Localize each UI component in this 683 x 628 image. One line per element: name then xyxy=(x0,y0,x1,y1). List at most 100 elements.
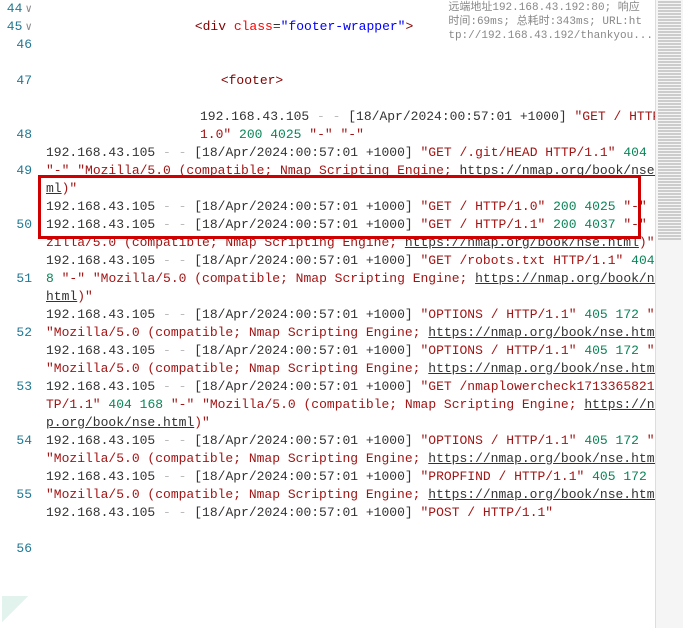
size: 172 xyxy=(623,469,646,484)
request: "GET / HTTP/1.0" xyxy=(420,199,545,214)
html-attr: class xyxy=(234,19,273,34)
line-number[interactable]: 46 xyxy=(0,36,32,72)
code-line[interactable]: 192.168.43.105 - - [18/Apr/2024:00:57:01… xyxy=(46,468,683,504)
ua: "Mozilla/5.0 (compatible; Nmap Scripting… xyxy=(46,487,428,502)
code-line[interactable]: 192.168.43.105 - - [18/Apr/2024:00:57:01… xyxy=(46,342,683,378)
minimap[interactable] xyxy=(655,0,683,628)
ip: 192.168.43.105 xyxy=(46,217,155,232)
line-number[interactable]: 49 xyxy=(0,162,32,216)
timestamp: [18/Apr/2024:00:57:01 +1000] xyxy=(194,253,412,268)
code-line[interactable]: 192.168.43.105 - - [18/Apr/2024:00:57:01… xyxy=(46,108,683,144)
html-tag-close: > xyxy=(405,19,413,34)
timestamp: [18/Apr/2024:00:57:01 +1000] xyxy=(194,145,412,160)
line-number[interactable]: 47 xyxy=(0,72,32,126)
ip: 192.168.43.105 xyxy=(46,199,155,214)
size: 4037 xyxy=(584,217,615,232)
status: 405 xyxy=(584,307,607,322)
code-line[interactable]: <footer> xyxy=(46,54,683,108)
status: 404 xyxy=(631,253,654,268)
referer: "-" xyxy=(623,199,646,214)
code-line[interactable]: <div class="footer-wrapper"> xyxy=(46,0,683,54)
request: "OPTIONS / HTTP/1.1" xyxy=(420,343,576,358)
status: 405 xyxy=(584,343,607,358)
timestamp: [18/Apr/2024:00:57:01 +1000] xyxy=(348,109,566,124)
line-number[interactable]: 56 xyxy=(0,540,32,558)
line-number[interactable]: 54 xyxy=(0,432,32,486)
url-link[interactable]: https://nmap.org/book/nse.html xyxy=(405,235,639,250)
request: "GET /robots.txt HTTP/1.1" xyxy=(420,253,623,268)
referer: "-" xyxy=(623,217,646,232)
line-number-gutter: 44∨ 45∨ 46 47 48 49 50 51 52 53 54 55 56 xyxy=(0,0,42,628)
url-link[interactable]: https://nmap.org/book/nse.html xyxy=(428,487,662,502)
ua: "Mozilla/5.0 (compatible; Nmap Scripting… xyxy=(46,361,428,376)
ws: - - xyxy=(309,109,348,124)
url-link[interactable]: https://nmap.org/book/nse.html xyxy=(428,325,662,340)
timestamp: [18/Apr/2024:00:57:01 +1000] xyxy=(194,433,412,448)
request: "PROPFIND / HTTP/1.1" xyxy=(420,469,584,484)
html-tag: <div xyxy=(195,19,234,34)
url-link[interactable]: https://nmap.org/book/nse.html xyxy=(428,451,662,466)
line-number[interactable]: 44∨ xyxy=(0,0,32,18)
ip: 192.168.43.105 xyxy=(46,145,155,160)
size: 4025 xyxy=(584,199,615,214)
timestamp: [18/Apr/2024:00:57:01 +1000] xyxy=(194,469,412,484)
line-number[interactable]: 53 xyxy=(0,378,32,432)
timestamp: [18/Apr/2024:00:57:01 +1000] xyxy=(194,217,412,232)
code-editor: 44∨ 45∨ 46 47 48 49 50 51 52 53 54 55 56… xyxy=(0,0,683,628)
fold-icon[interactable]: ∨ xyxy=(25,1,32,19)
referer: "-" xyxy=(62,271,85,286)
size: 4025 xyxy=(270,127,301,142)
line-number[interactable]: 48 xyxy=(0,126,32,162)
status: 405 xyxy=(584,433,607,448)
request: "GET / HTTP/1.1" xyxy=(420,217,545,232)
line-number[interactable]: 45∨ xyxy=(0,18,32,36)
line-number[interactable]: 51 xyxy=(0,270,32,324)
ip: 192.168.43.105 xyxy=(46,307,155,322)
html-tag-close: > xyxy=(275,73,283,88)
ip: 192.168.43.105 xyxy=(46,253,155,268)
size: 168 xyxy=(140,397,163,412)
status: 200 xyxy=(553,199,576,214)
line-number[interactable]: 55 xyxy=(0,486,32,540)
code-line[interactable]: 192.168.43.105 - - [18/Apr/2024:00:57:01… xyxy=(46,252,683,306)
timestamp: [18/Apr/2024:00:57:01 +1000] xyxy=(194,505,412,520)
html-tag: <footer xyxy=(221,73,276,88)
ua: "-" xyxy=(341,127,364,142)
status: 404 xyxy=(108,397,131,412)
ip: 192.168.43.105 xyxy=(46,379,155,394)
eq: = xyxy=(273,19,281,34)
ip: 192.168.43.105 xyxy=(46,343,155,358)
ip: 192.168.43.105 xyxy=(46,469,155,484)
ua: "Mozilla/5.0 (compatible; Nmap Scripting… xyxy=(202,397,584,412)
status: 404 xyxy=(623,145,646,160)
ip: 192.168.43.105 xyxy=(200,109,309,124)
timestamp: [18/Apr/2024:00:57:01 +1000] xyxy=(194,343,412,358)
code-area[interactable]: <div class="footer-wrapper"> <footer> 19… xyxy=(42,0,683,628)
code-line[interactable]: 192.168.43.105 - - [18/Apr/2024:00:57:01… xyxy=(46,378,683,432)
html-attr-value: "footer-wrapper" xyxy=(281,19,406,34)
code-line[interactable]: 192.168.43.105 - - [18/Apr/2024:00:57:01… xyxy=(46,504,683,522)
ua: "Mozilla/5.0 (compatible; Nmap Scripting… xyxy=(77,163,459,178)
size: 172 xyxy=(616,433,639,448)
ip: 192.168.43.105 xyxy=(46,433,155,448)
timestamp: [18/Apr/2024:00:57:01 +1000] xyxy=(194,307,412,322)
status: 200 xyxy=(553,217,576,232)
referer: "-" xyxy=(171,397,194,412)
request: "OPTIONS / HTTP/1.1" xyxy=(420,307,576,322)
ua: "Mozilla/5.0 (compatible; Nmap Scripting… xyxy=(46,451,428,466)
code-line[interactable]: 192.168.43.105 - - [18/Apr/2024:00:57:01… xyxy=(46,144,683,198)
request: "POST / HTTP/1.1" xyxy=(420,505,553,520)
code-line[interactable]: 192.168.43.105 - - [18/Apr/2024:00:57:01… xyxy=(46,306,683,342)
url-link[interactable]: https://nmap.org/book/nse.html xyxy=(428,361,662,376)
timestamp: [18/Apr/2024:00:57:01 +1000] xyxy=(194,379,412,394)
code-line[interactable]: 192.168.43.105 - - [18/Apr/2024:00:57:01… xyxy=(46,432,683,468)
code-line[interactable]: 192.168.43.105 - - [18/Apr/2024:00:57:01… xyxy=(46,198,683,216)
status: 200 xyxy=(239,127,262,142)
line-number[interactable]: 50 xyxy=(0,216,32,270)
line-number[interactable]: 52 xyxy=(0,324,32,378)
fold-icon[interactable]: ∨ xyxy=(25,19,32,37)
code-line[interactable]: 192.168.43.105 - - [18/Apr/2024:00:57:01… xyxy=(46,216,683,252)
ua: "Mozilla/5.0 (compatible; Nmap Scripting… xyxy=(46,325,428,340)
request: "OPTIONS / HTTP/1.1" xyxy=(420,433,576,448)
timestamp: [18/Apr/2024:00:57:01 +1000] xyxy=(194,199,412,214)
